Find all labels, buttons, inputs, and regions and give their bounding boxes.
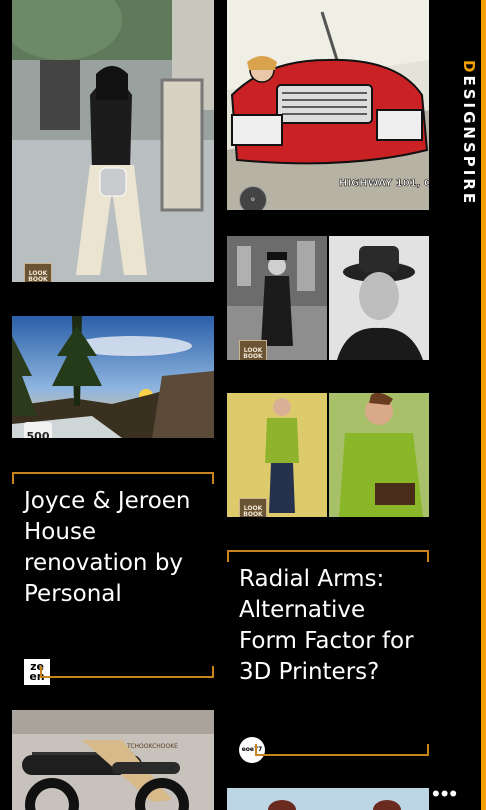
- brand-initial: D: [460, 60, 478, 76]
- 500px-badge: 500: [24, 422, 52, 438]
- lookbook-badge: LOOK BOOK: [239, 498, 267, 517]
- card-title-house: Joyce & Jeroen House renovation by Perso…: [24, 488, 191, 607]
- photo-balance-bike: TCHOOKCHOOKE: [12, 710, 214, 810]
- card-title-radial-arms: Radial Arms: Alternative Form Factor for…: [239, 566, 414, 685]
- app-brand: DESIGNSPIRE: [460, 60, 478, 206]
- card-frame-top: [12, 472, 214, 484]
- tile-balance-bike[interactable]: TCHOOKCHOOKE: [12, 710, 214, 810]
- accent-strip: [481, 0, 486, 810]
- card-radial-arms[interactable]: Radial Arms: Alternative Form Factor for…: [227, 550, 429, 763]
- lookbook-badge: LOOK BOOK: [239, 340, 267, 360]
- tile-hat-portrait[interactable]: LOOK BOOK: [227, 236, 429, 360]
- tile-sunset-landscape[interactable]: 500: [12, 316, 214, 438]
- lookbook-badge: LOOK BOOK: [24, 263, 52, 282]
- tile-bottom-peek[interactable]: [227, 788, 429, 810]
- card-frame-top: [227, 550, 429, 562]
- bike-brand-label: TCHOOKCHOOKE: [126, 743, 178, 750]
- tile-green-jacket[interactable]: LOOK BOOK: [227, 393, 429, 517]
- tile-red-car[interactable]: HIGHWAY 101, CALIFORNIA ⚙: [227, 0, 429, 210]
- tile-street-fashion[interactable]: LOOK BOOK: [12, 0, 214, 282]
- car-caption: HIGHWAY 101, CALIFORNIA: [339, 178, 429, 189]
- card-frame-bottom: [255, 744, 429, 756]
- card-frame-bottom: [40, 666, 214, 678]
- brand-rest: ESIGNSPIRE: [460, 75, 478, 207]
- photo-street-fashion: [12, 0, 214, 282]
- photo-red-car-illustration: HIGHWAY 101, CALIFORNIA: [227, 0, 429, 210]
- card-house-renovation[interactable]: Joyce & Jeroen House renovation by Perso…: [12, 472, 214, 685]
- photo-bottom-peek: [227, 788, 429, 810]
- seal-badge: ⚙: [239, 186, 267, 210]
- photo-sunset-landscape: [12, 316, 214, 438]
- more-options-icon[interactable]: •••: [432, 783, 458, 805]
